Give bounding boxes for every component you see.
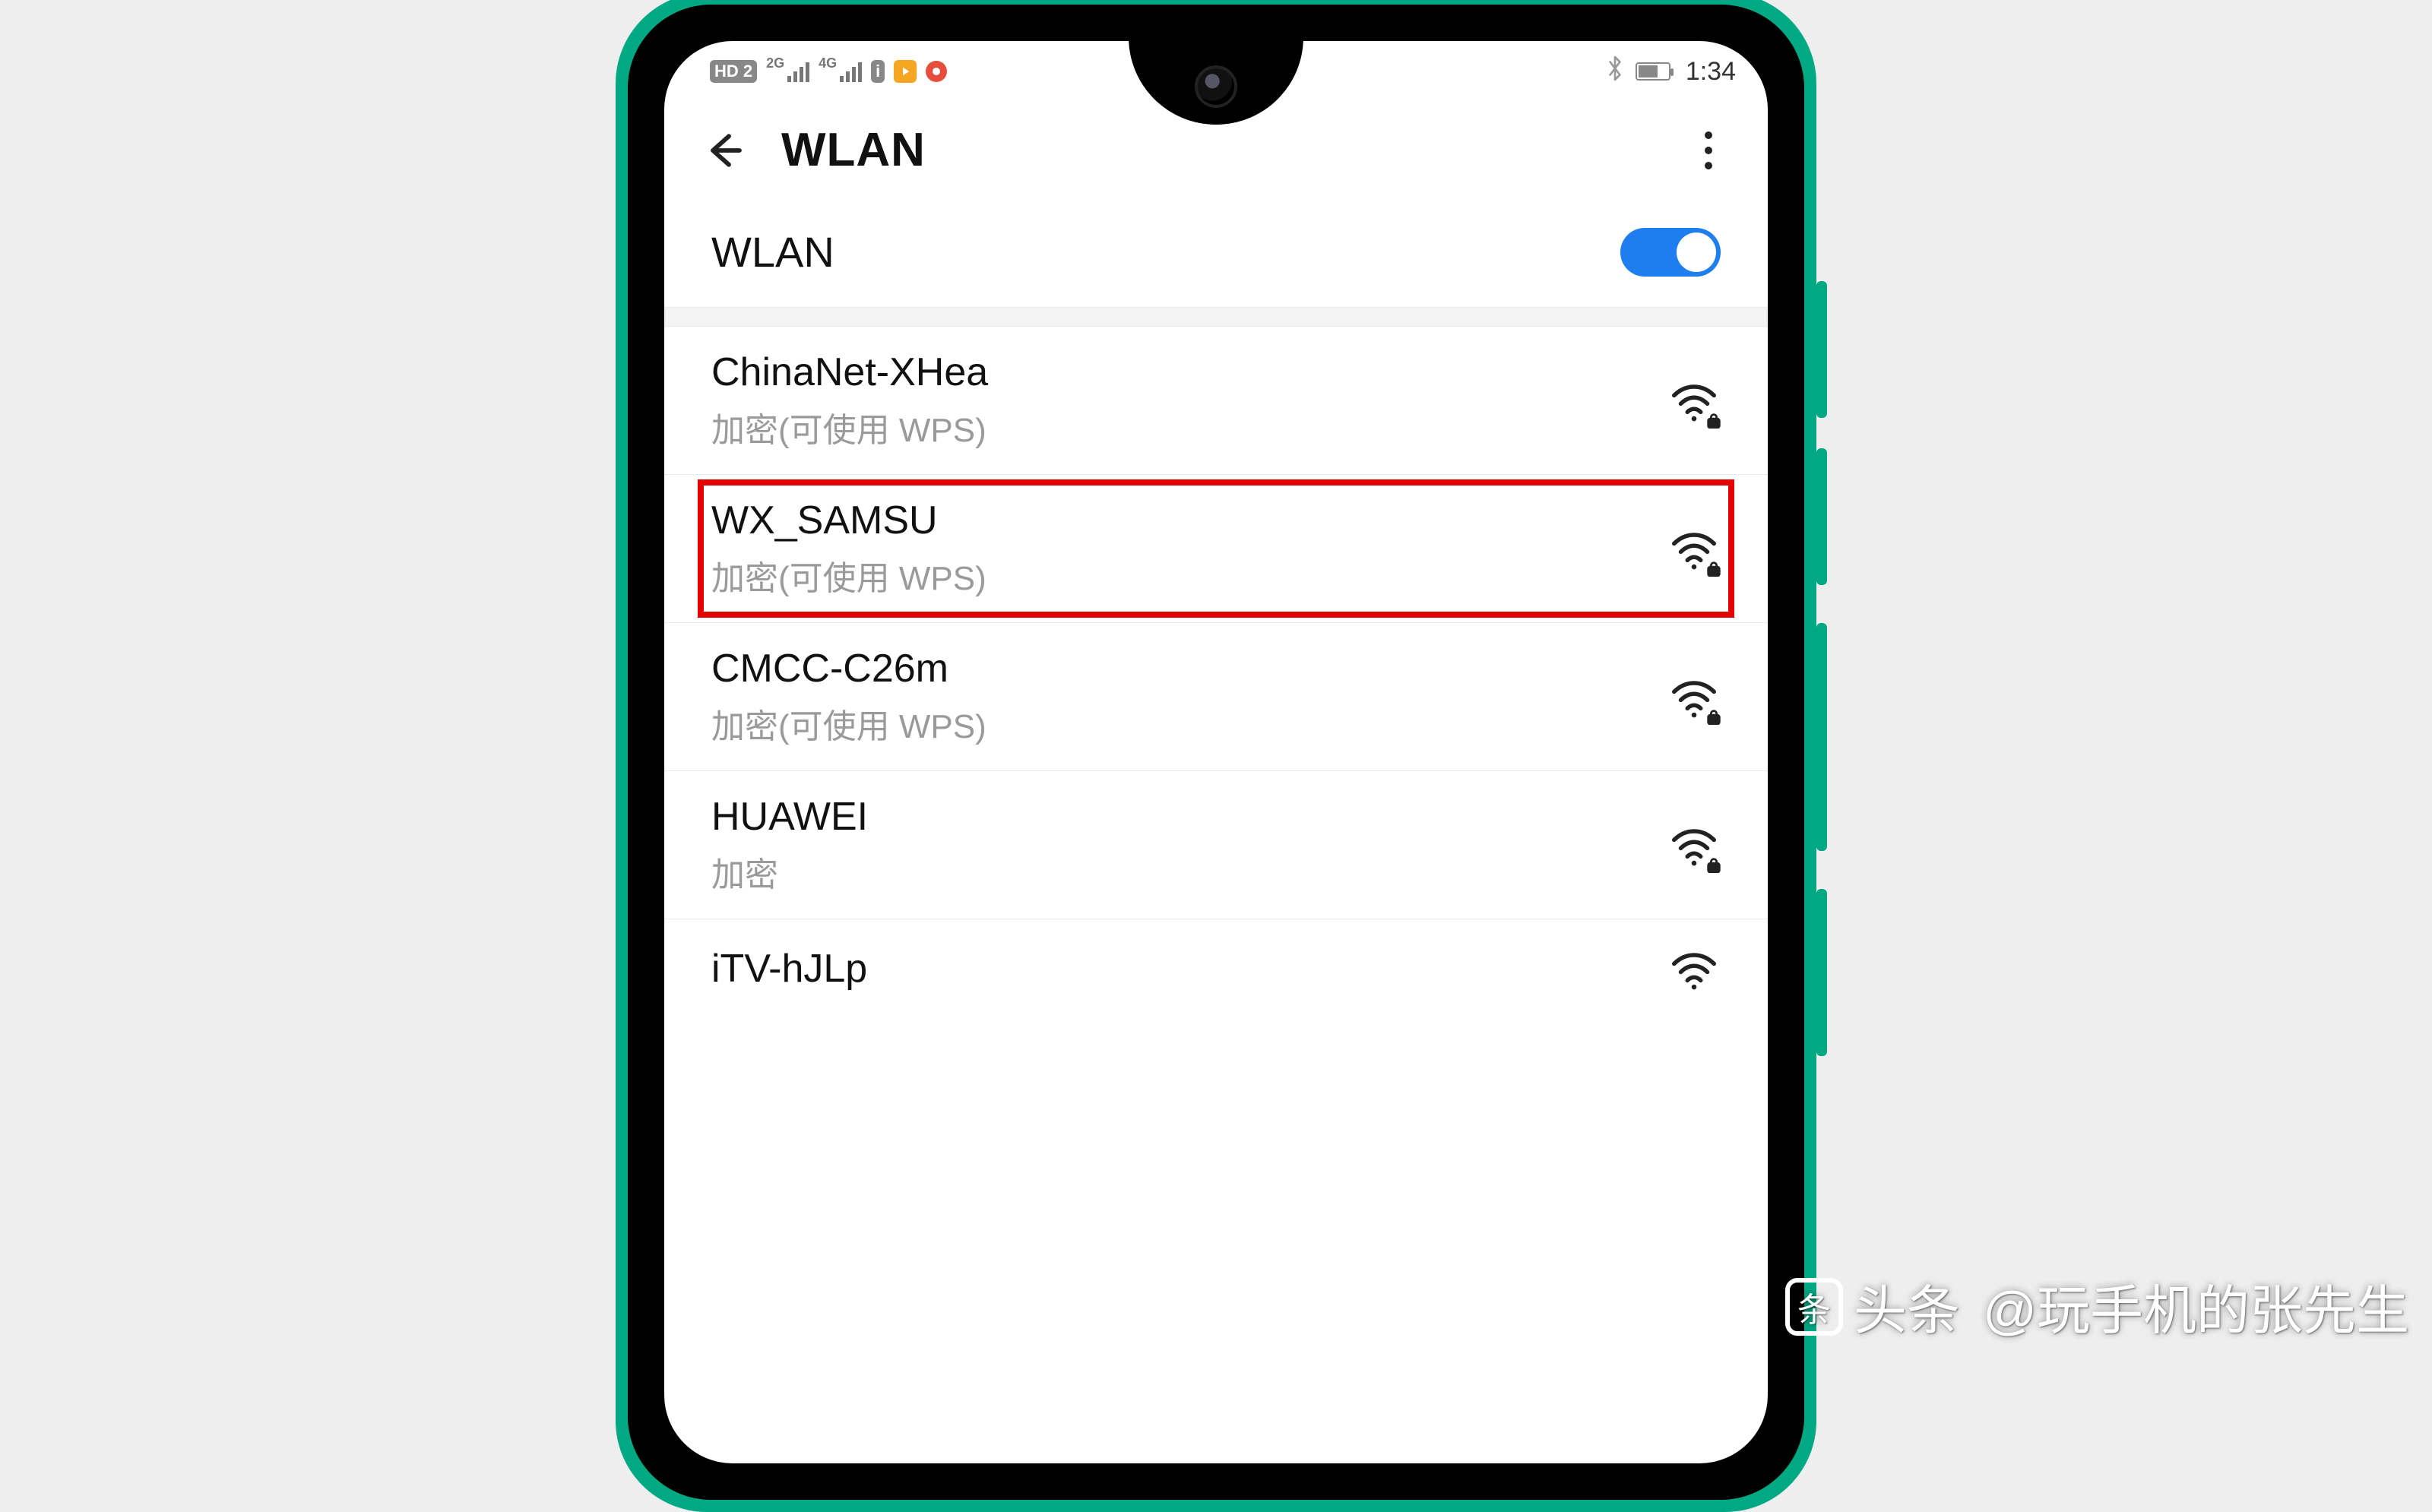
signal-bars-icon bbox=[787, 61, 809, 82]
play-app-icon bbox=[894, 60, 917, 83]
more-dots-icon bbox=[1705, 162, 1712, 169]
signal-2: 4G bbox=[819, 61, 862, 82]
phone-frame: HD 2 2G 4G i bbox=[616, 0, 1816, 1512]
network-text: ChinaNet-XHea 加密(可使用 WPS) bbox=[711, 350, 988, 451]
page-title: WLAN bbox=[781, 123, 926, 177]
watermark: 条 头条 @玩手机的张先生 bbox=[1785, 1268, 2409, 1345]
network-subtitle: 加密(可使用 WPS) bbox=[711, 403, 988, 451]
network-item[interactable]: ChinaNet-XHea 加密(可使用 WPS) bbox=[664, 327, 1768, 475]
wifi-icon bbox=[1667, 942, 1721, 995]
watermark-brand: 头条 bbox=[1854, 1268, 1960, 1345]
signal-1: 2G bbox=[766, 61, 809, 82]
record-icon bbox=[926, 61, 947, 82]
battery-icon bbox=[1636, 62, 1670, 81]
back-arrow-icon bbox=[702, 129, 745, 172]
network-signal-icon bbox=[1667, 942, 1721, 995]
network-text: WX_SAMSU 加密(可使用 WPS) bbox=[711, 498, 986, 599]
signal-1-label: 2G bbox=[766, 56, 784, 70]
side-button-icon bbox=[1816, 623, 1827, 851]
network-item[interactable]: HUAWEI 加密 bbox=[664, 771, 1768, 919]
network-signal-icon bbox=[1667, 522, 1721, 575]
phone-screen: HD 2 2G 4G i bbox=[664, 41, 1768, 1463]
wlan-toggle-label: WLAN bbox=[711, 227, 834, 277]
network-item[interactable]: iTV-hJLp bbox=[664, 919, 1768, 1018]
watermark-logo: 条 头条 bbox=[1785, 1268, 1960, 1345]
side-button-icon bbox=[1816, 448, 1827, 585]
signal-bars-icon bbox=[840, 61, 862, 82]
info-badge-icon: i bbox=[871, 60, 885, 83]
more-dots-icon bbox=[1705, 147, 1712, 154]
side-button-icon bbox=[1816, 281, 1827, 418]
network-signal-icon bbox=[1667, 374, 1721, 427]
more-options-button[interactable] bbox=[1687, 129, 1730, 172]
network-ssid: iTV-hJLp bbox=[711, 946, 867, 992]
signal-2-label: 4G bbox=[819, 56, 837, 70]
front-camera-icon bbox=[1195, 65, 1237, 108]
network-text: HUAWEI 加密 bbox=[711, 794, 868, 896]
watermark-logo-icon: 条 bbox=[1785, 1278, 1843, 1336]
network-signal-icon bbox=[1667, 818, 1721, 871]
back-button[interactable] bbox=[699, 126, 748, 175]
network-ssid: HUAWEI bbox=[711, 794, 868, 840]
lock-icon bbox=[1705, 560, 1722, 577]
wlan-toggle[interactable] bbox=[1620, 228, 1721, 277]
watermark-handle: @玩手机的张先生 bbox=[1983, 1268, 2409, 1345]
network-subtitle: 加密 bbox=[711, 847, 868, 896]
section-divider bbox=[664, 307, 1768, 327]
network-ssid: ChinaNet-XHea bbox=[711, 350, 988, 395]
network-text: iTV-hJLp bbox=[711, 946, 867, 992]
hd-badge-icon: HD 2 bbox=[710, 60, 757, 83]
clock: 1:34 bbox=[1686, 57, 1736, 87]
lock-icon bbox=[1705, 412, 1722, 429]
network-subtitle: 加密(可使用 WPS) bbox=[711, 699, 986, 748]
network-ssid: WX_SAMSU bbox=[711, 498, 986, 543]
network-item[interactable]: CMCC-C26m 加密(可使用 WPS) bbox=[664, 623, 1768, 771]
network-list: ChinaNet-XHea 加密(可使用 WPS) WX_SAMSU 加密(可使用 … bbox=[664, 327, 1768, 1018]
wlan-toggle-row: WLAN bbox=[664, 204, 1768, 307]
toggle-knob-icon bbox=[1677, 232, 1716, 272]
lock-icon bbox=[1705, 856, 1722, 873]
network-subtitle: 加密(可使用 WPS) bbox=[711, 551, 986, 599]
network-ssid: CMCC-C26m bbox=[711, 646, 986, 691]
more-dots-icon bbox=[1705, 131, 1712, 139]
phone-bezel: HD 2 2G 4G i bbox=[628, 5, 1804, 1500]
lock-icon bbox=[1705, 708, 1722, 725]
network-item[interactable]: WX_SAMSU 加密(可使用 WPS) bbox=[664, 475, 1768, 623]
network-signal-icon bbox=[1667, 670, 1721, 723]
network-text: CMCC-C26m 加密(可使用 WPS) bbox=[711, 646, 986, 748]
side-button-icon bbox=[1816, 889, 1827, 1056]
bluetooth-icon bbox=[1605, 55, 1625, 88]
